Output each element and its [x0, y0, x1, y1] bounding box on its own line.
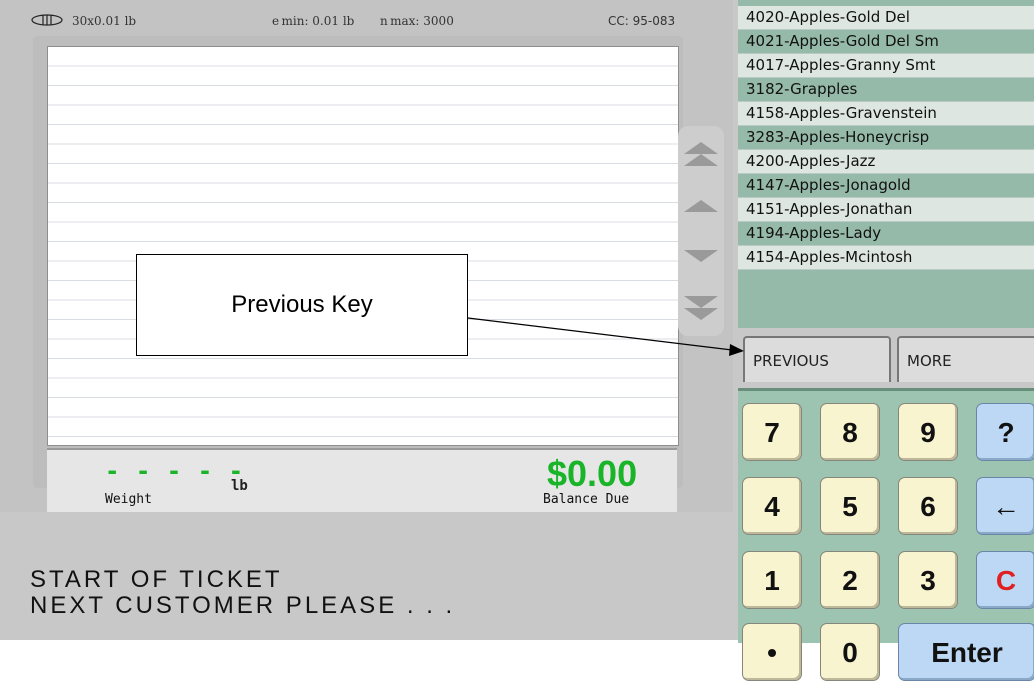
- product-item[interactable]: 3182-Grapples: [738, 78, 1034, 102]
- key-4[interactable]: 4: [742, 477, 802, 535]
- enter-button[interactable]: Enter: [898, 623, 1034, 681]
- product-item[interactable]: 4017-Apples-Granny Smt: [738, 54, 1034, 78]
- key-9[interactable]: 9: [898, 403, 958, 461]
- product-item[interactable]: 4151-Apples-Jonathan: [738, 198, 1034, 222]
- scale-e-min: e min: 0.01 lb: [272, 14, 355, 28]
- ticket-list[interactable]: [47, 46, 679, 446]
- product-item[interactable]: 4020-Apples-Gold Del: [738, 6, 1034, 30]
- key-6[interactable]: 6: [898, 477, 958, 535]
- product-item[interactable]: 4158-Apples-Gravenstein: [738, 102, 1034, 126]
- ticket-scroller: [678, 126, 724, 336]
- numeric-keypad: 7 8 9 ? 4 5 6 ← 1 2 3 C • 0 Enter: [738, 388, 1034, 681]
- right-panel: 4020-Apples-Gold Del 4021-Apples-Gold De…: [733, 0, 1034, 681]
- balance-due-label: Balance Due: [543, 492, 630, 507]
- page-down-icon[interactable]: [678, 284, 724, 330]
- balance-due-value: $0.00: [547, 453, 638, 494]
- message-line-2: NEXT CUSTOMER PLEASE . . .: [30, 592, 456, 619]
- key-7[interactable]: 7: [742, 403, 802, 461]
- down-icon[interactable]: [678, 234, 724, 280]
- key-1[interactable]: 1: [742, 551, 802, 609]
- totals-bar: - - - - - lb Weight $0.00 Balance Due: [47, 448, 677, 512]
- message-line-1: START OF TICKET: [30, 566, 283, 593]
- scale-header: 30x0.01 lb e min: 0.01 lb n max: 3000 CC…: [0, 0, 733, 38]
- key-0[interactable]: 0: [820, 623, 880, 681]
- key-decimal[interactable]: •: [742, 623, 802, 681]
- product-item[interactable]: 4194-Apples-Lady: [738, 222, 1034, 246]
- product-list: 4020-Apples-Gold Del 4021-Apples-Gold De…: [738, 0, 1034, 328]
- product-item[interactable]: 4200-Apples-Jazz: [738, 150, 1034, 174]
- up-icon[interactable]: [678, 184, 724, 230]
- backspace-button[interactable]: ←: [976, 477, 1034, 535]
- scale-capacity: 30x0.01 lb: [72, 14, 137, 28]
- product-item[interactable]: 4021-Apples-Gold Del Sm: [738, 30, 1034, 54]
- more-button[interactable]: MORE: [897, 336, 1034, 382]
- callout-box: Previous Key: [136, 254, 468, 356]
- clear-button[interactable]: C: [976, 551, 1034, 609]
- scale-n-max: n max: 3000: [380, 14, 454, 28]
- product-item[interactable]: 4147-Apples-Jonagold: [738, 174, 1034, 198]
- key-3[interactable]: 3: [898, 551, 958, 609]
- certificate-code: CC: 95-083: [608, 14, 676, 28]
- key-2[interactable]: 2: [820, 551, 880, 609]
- product-item[interactable]: 4154-Apples-Mcintosh: [738, 246, 1034, 270]
- scale-capacity-icon: [31, 14, 63, 26]
- weight-label: Weight: [105, 492, 152, 507]
- message-area: START OF TICKET NEXT CUSTOMER PLEASE . .…: [0, 512, 733, 640]
- product-item[interactable]: 3283-Apples-Honeycrisp: [738, 126, 1034, 150]
- weight-unit: lb: [231, 478, 248, 494]
- previous-button[interactable]: PREVIOUS: [743, 336, 891, 382]
- page-up-icon[interactable]: [678, 134, 724, 180]
- key-5[interactable]: 5: [820, 477, 880, 535]
- help-button[interactable]: ?: [976, 403, 1034, 461]
- weight-value: - - - - -: [105, 457, 245, 485]
- key-8[interactable]: 8: [820, 403, 880, 461]
